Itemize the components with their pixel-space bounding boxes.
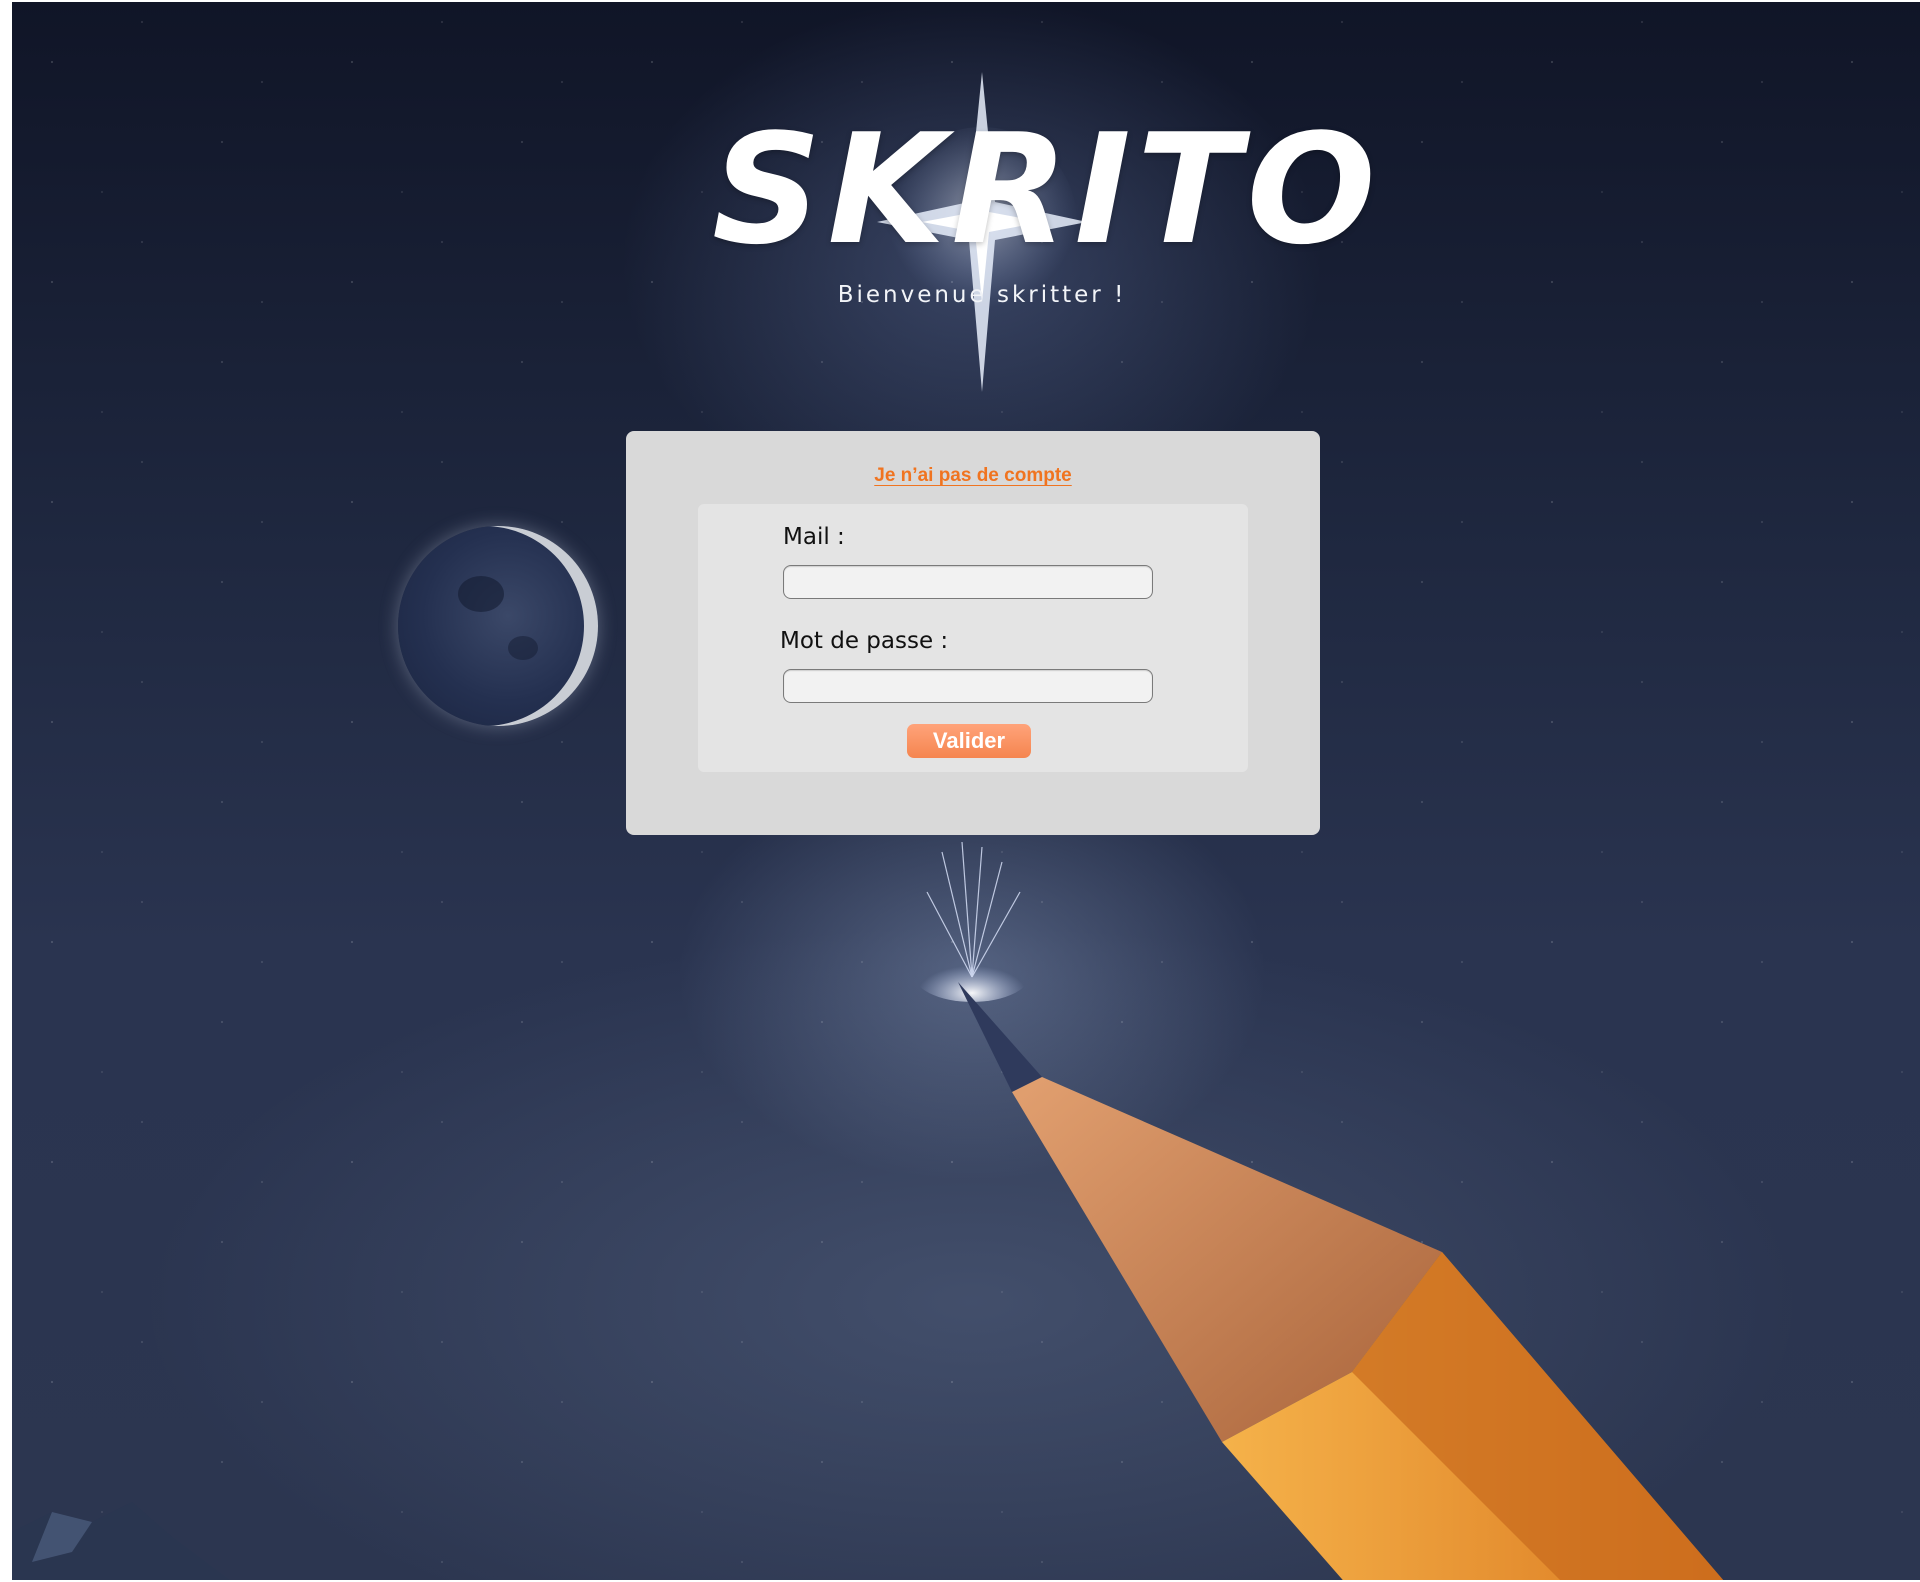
mail-label: Mail : — [783, 524, 845, 550]
login-panel: Je n’ai pas de compte Mail : Mot de pass… — [626, 431, 1320, 835]
password-input[interactable] — [783, 669, 1153, 703]
password-label: Mot de passe : — [780, 628, 949, 654]
mail-input[interactable] — [783, 565, 1153, 599]
logo: SKRITO — [712, 101, 1382, 278]
submit-button[interactable]: Valider — [907, 724, 1031, 758]
background-scene: SKRITO Bienvenue skritter ! Je n’ai pas … — [12, 2, 1920, 1580]
pencil-illustration — [958, 982, 1724, 1580]
no-account-link[interactable]: Je n’ai pas de compte — [626, 465, 1320, 487]
login-form: Mail : Mot de passe : Valider — [698, 504, 1248, 772]
welcome-subtitle: Bienvenue skritter ! — [837, 282, 1127, 308]
rock-illustration — [12, 1502, 230, 1580]
moon-illustration — [398, 526, 598, 726]
